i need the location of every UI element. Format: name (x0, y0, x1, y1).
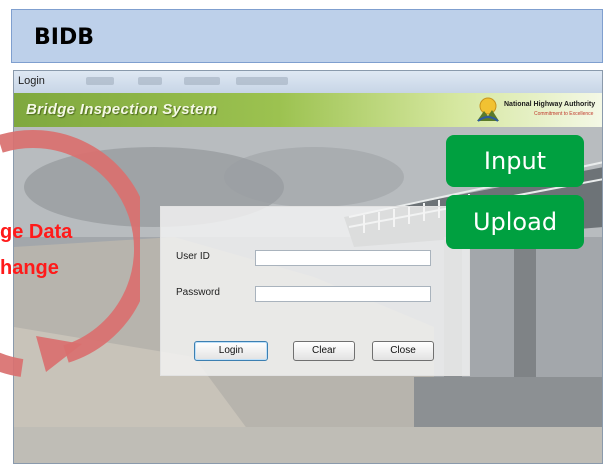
menu-placeholder-3 (184, 77, 220, 85)
org-tagline: Commitment to Excellence (534, 111, 594, 117)
menu-placeholder-1 (86, 77, 114, 85)
overlay-text-line1: ge Data (0, 221, 73, 243)
user-id-label: User ID (176, 251, 210, 262)
circular-arrow-icon (0, 129, 140, 377)
input-button[interactable]: Input (446, 135, 584, 187)
user-id-input[interactable] (255, 250, 431, 266)
password-input[interactable] (255, 286, 431, 302)
org-name: National Highway Authority (504, 101, 596, 108)
menu-placeholder-2 (138, 77, 162, 85)
slide-header: BIDB (11, 9, 603, 63)
menu-placeholder-4 (236, 77, 288, 85)
window-title: Login (18, 75, 45, 87)
overlay-text-line2: hange (0, 257, 59, 279)
close-button[interactable]: Close (372, 341, 434, 361)
window-titlebar: Login (14, 71, 602, 94)
clear-button[interactable]: Clear (293, 341, 355, 361)
login-panel: User ID Password Login Clear Close (160, 206, 470, 376)
slide-heading: BIDB (34, 25, 94, 50)
upload-button[interactable]: Upload (446, 195, 584, 249)
password-label: Password (176, 287, 220, 298)
nha-logo-icon (477, 97, 499, 122)
login-button[interactable]: Login (194, 341, 268, 361)
